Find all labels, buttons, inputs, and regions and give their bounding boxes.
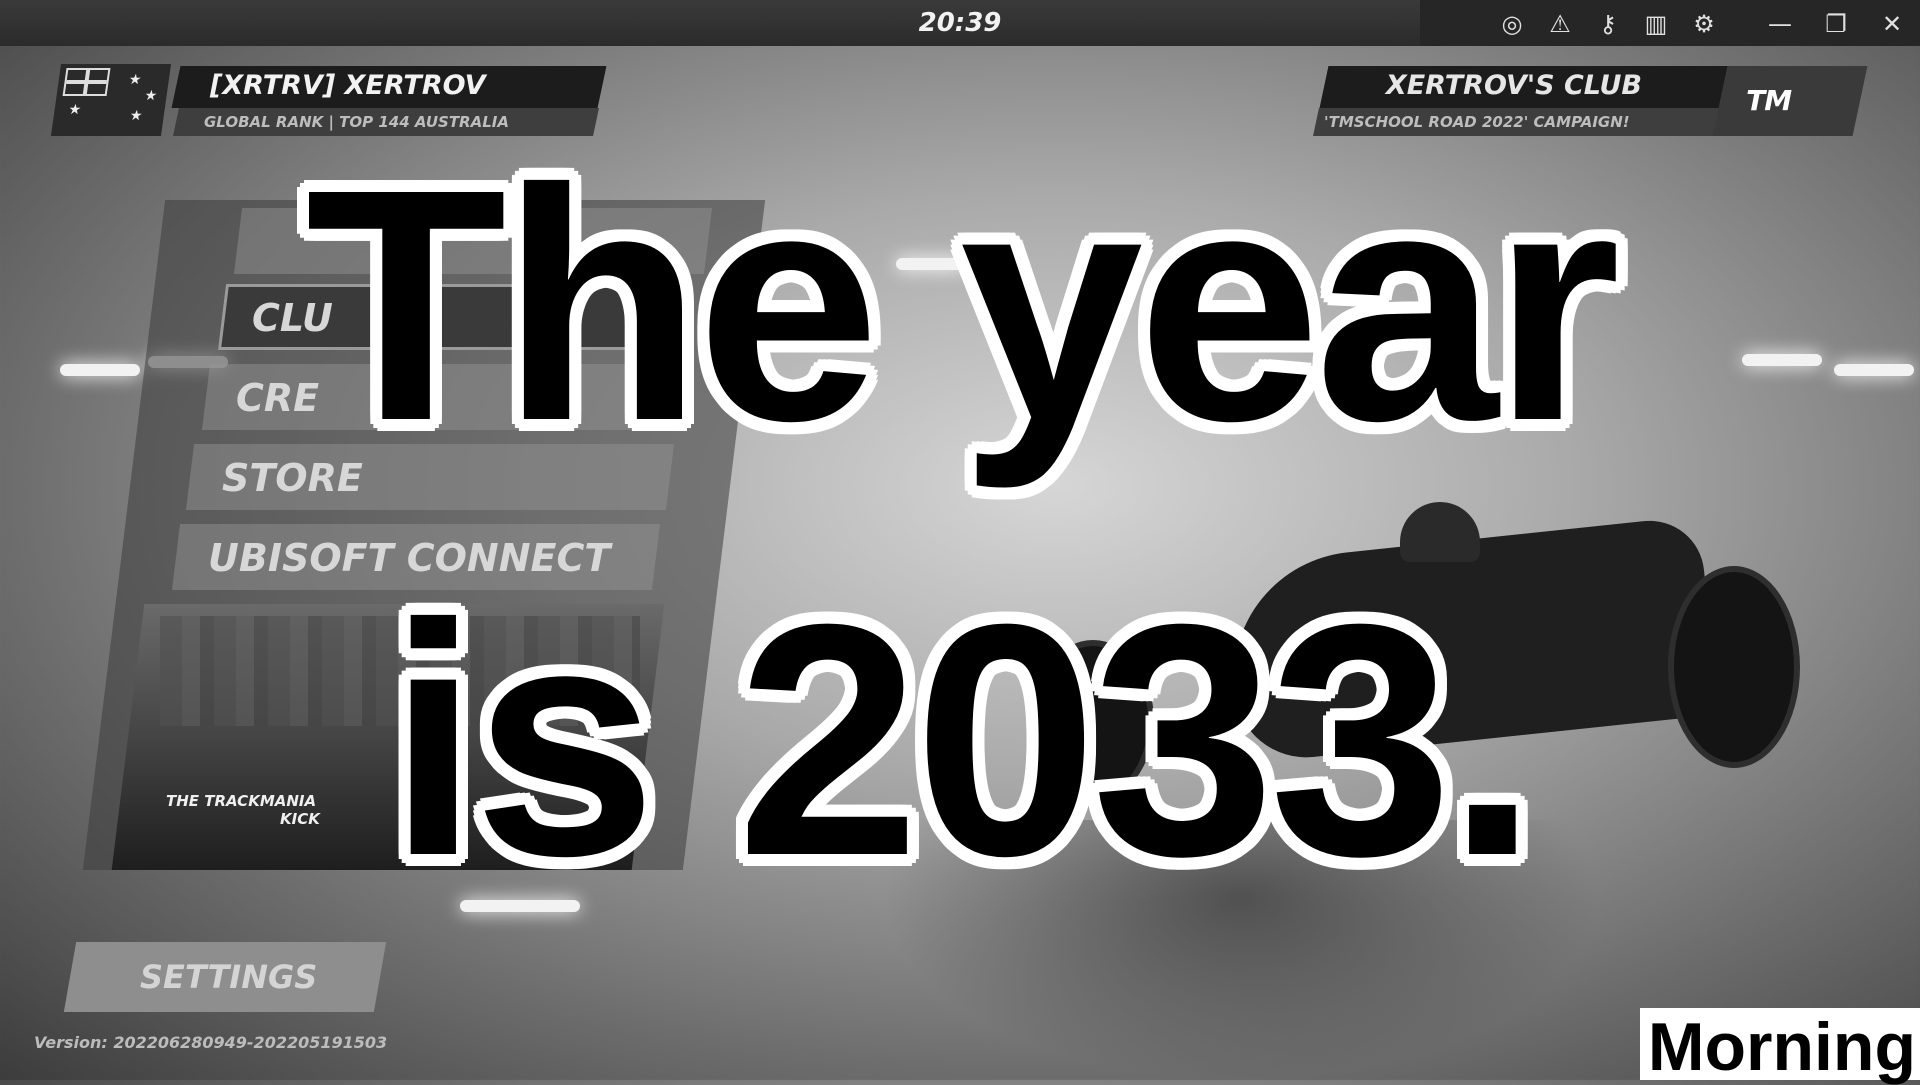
logo-text: TM <box>1746 84 1792 117</box>
trackmania-logo: TM <box>1712 66 1868 136</box>
star-icon: ★ <box>127 72 143 88</box>
restore-icon[interactable]: ❐ <box>1821 9 1851 39</box>
club-name: XERTROV'S CLUB <box>1385 70 1642 101</box>
close-icon[interactable]: ✕ <box>1877 9 1907 39</box>
union-jack-icon <box>62 68 111 96</box>
star-icon: ★ <box>67 102 83 118</box>
settings-gear-icon[interactable]: ⚙ <box>1689 9 1719 39</box>
settings-label: SETTINGS <box>140 958 318 996</box>
player-flag: ★ ★ ★ ★ <box>50 64 172 136</box>
audio-levels-icon[interactable]: ▥ <box>1641 9 1671 39</box>
overlay-caption-line1: The year <box>305 120 1620 489</box>
star-icon: ★ <box>128 108 144 124</box>
corner-label: Morning <box>1639 1008 1920 1081</box>
clock: 20:39 <box>918 8 1002 38</box>
version-text: Version: 202206280949-202205191503 <box>34 1033 388 1052</box>
star-icon: ★ <box>143 88 159 104</box>
key-icon[interactable]: ⚷ <box>1593 9 1623 39</box>
player-name: [XRTRV] XERTROV <box>210 70 486 101</box>
ubisoft-swirl-icon[interactable]: ◎ <box>1497 9 1527 39</box>
minimize-icon[interactable]: — <box>1765 9 1795 39</box>
car-cockpit <box>1400 502 1480 562</box>
overlay-caption-line2: is 2033. <box>387 555 1539 924</box>
warning-icon[interactable]: ⚠ <box>1545 9 1575 39</box>
